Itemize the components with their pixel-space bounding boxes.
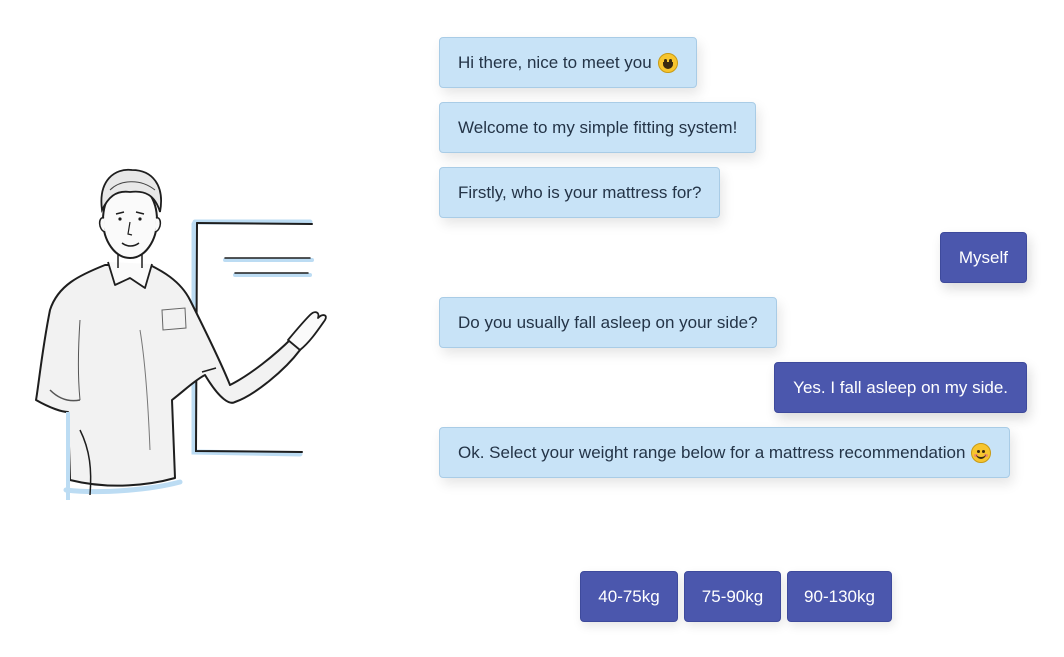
raised-hand [287,311,327,351]
bot-message-greeting: Hi there, nice to meet you [439,37,697,88]
grinning-face-emoji-icon [657,52,678,73]
bot-message-text: Ok. Select your weight range below for a… [458,442,966,462]
user-reply-text: Yes. I fall asleep on my side. [793,377,1008,397]
user-reply-side-sleeper: Yes. I fall asleep on my side. [774,362,1027,413]
bot-message-text: Do you usually fall asleep on your side? [458,312,758,332]
bot-message-text: Welcome to my simple fitting system! [458,117,738,137]
bot-message-who-for: Firstly, who is your mattress for? [439,167,721,218]
weight-option-40-75-button[interactable]: 40-75kg [580,571,678,622]
user-reply-myself: Myself [939,232,1027,283]
bot-message-welcome: Welcome to my simple fitting system! [439,102,757,153]
smiling-face-emoji-icon [971,442,992,463]
bot-message-text: Hi there, nice to meet you [458,52,652,72]
bot-message-select-weight: Ok. Select your weight range below for a… [439,427,1011,478]
bot-message-sleep-side: Do you usually fall asleep on your side? [439,297,777,348]
presenter-illustration [35,168,327,500]
user-reply-text: Myself [958,247,1008,267]
weight-option-75-90-button[interactable]: 75-90kg [684,571,781,622]
weight-option-90-130-button[interactable]: 90-130kg [787,571,892,622]
bot-message-text: Firstly, who is your mattress for? [458,182,702,202]
